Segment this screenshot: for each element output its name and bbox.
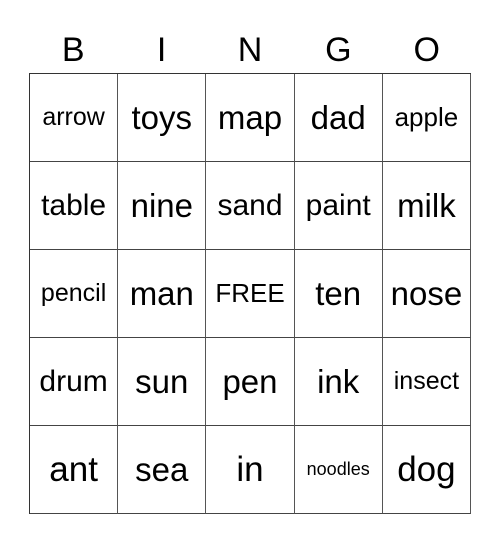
bingo-cell[interactable]: apple [382, 74, 471, 162]
bingo-cell[interactable]: arrow [30, 74, 119, 162]
bingo-cell[interactable]: ten [294, 250, 383, 338]
bingo-cell[interactable]: dog [382, 426, 471, 514]
header-letter-i: I [156, 31, 167, 69]
bingo-cell[interactable]: milk [382, 162, 471, 250]
header-letter-n: N [237, 31, 263, 69]
bingo-grid: arrow toys map dad apple table nine sand… [29, 73, 471, 514]
bingo-cell[interactable]: pencil [30, 250, 119, 338]
bingo-cell[interactable]: drum [30, 338, 119, 426]
bingo-cell[interactable]: paint [294, 162, 383, 250]
header-letter-o: O [413, 31, 440, 69]
bingo-cell[interactable]: nose [382, 250, 471, 338]
bingo-cell[interactable]: table [30, 162, 119, 250]
bingo-cell[interactable]: dad [294, 74, 383, 162]
bingo-cell[interactable]: in [206, 426, 295, 514]
bingo-cell[interactable]: map [206, 74, 295, 162]
bingo-cell[interactable]: noodles [294, 426, 383, 514]
bingo-cell[interactable]: nine [118, 162, 207, 250]
bingo-cell[interactable]: toys [118, 74, 207, 162]
bingo-cell[interactable]: sand [206, 162, 295, 250]
bingo-cell[interactable]: insect [382, 338, 471, 426]
bingo-cell[interactable]: ant [30, 426, 119, 514]
bingo-cell[interactable]: sun [118, 338, 207, 426]
bingo-cell[interactable]: pen [206, 338, 295, 426]
header-letter-b: B [61, 31, 85, 69]
header-letter-g: G [325, 31, 352, 69]
bingo-cell[interactable]: man [118, 250, 207, 338]
bingo-cell[interactable]: ink [294, 338, 383, 426]
bingo-header: B I N G O [29, 28, 471, 72]
bingo-cell[interactable]: sea [118, 426, 207, 514]
free-space[interactable]: FREE [206, 250, 295, 338]
